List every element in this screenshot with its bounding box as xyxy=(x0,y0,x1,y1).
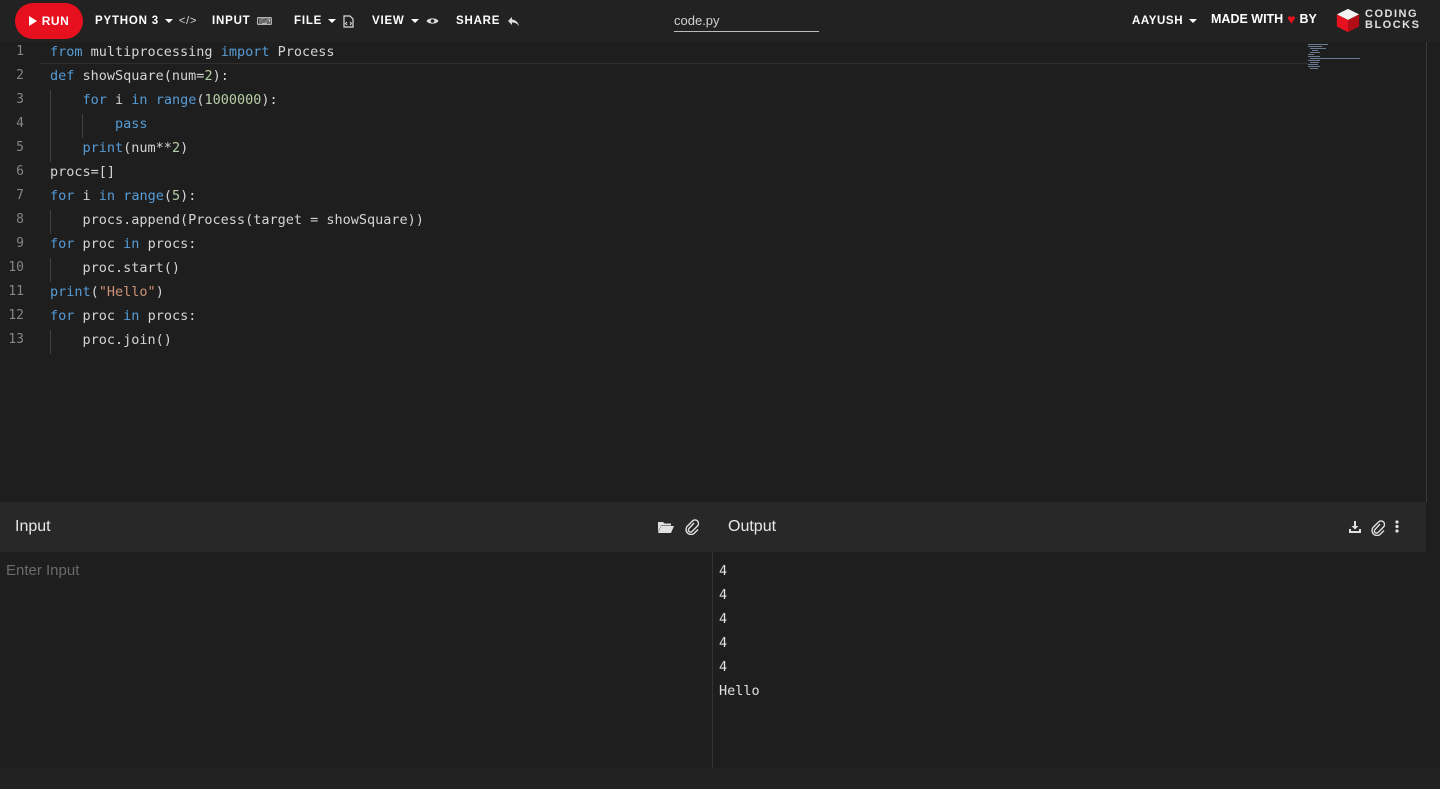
folder-open-icon[interactable] xyxy=(657,520,675,534)
output-line: 4 xyxy=(719,611,728,627)
share-menu[interactable]: SHARE xyxy=(456,0,520,42)
view-menu[interactable]: VIEW xyxy=(372,0,439,42)
paperclip-icon[interactable] xyxy=(1371,520,1385,536)
play-icon xyxy=(28,16,37,26)
code-line: proc.start() xyxy=(50,260,181,276)
user-name: AAYUSH xyxy=(1132,15,1184,27)
line-number: 8 xyxy=(16,212,24,227)
input-panel-title: Input xyxy=(15,518,51,535)
line-number: 9 xyxy=(16,236,24,251)
made-with-credit: MADE WITH ♥ BY xyxy=(1211,0,1317,38)
line-number: 3 xyxy=(16,92,24,107)
line-number: 5 xyxy=(16,140,24,155)
line-number-gutter: 1 2 3 4 5 6 7 8 9 10 11 12 13 xyxy=(0,42,40,502)
made-with-label: MADE WITH xyxy=(1211,12,1284,26)
line-number: 13 xyxy=(8,332,24,347)
code-line: proc.join() xyxy=(50,332,172,348)
paperclip-icon[interactable] xyxy=(685,519,699,535)
minimap-line xyxy=(1308,64,1318,65)
line-number: 4 xyxy=(16,116,24,131)
share-menu-label: SHARE xyxy=(456,15,501,27)
filename-input[interactable] xyxy=(674,10,819,32)
run-label: RUN xyxy=(41,14,70,28)
code-line: pass xyxy=(115,116,148,132)
minimap-line xyxy=(1308,66,1320,67)
code-line: for proc in procs: xyxy=(50,236,197,252)
more-vertical-icon[interactable] xyxy=(1395,520,1399,533)
keyboard-icon: ⌨ xyxy=(256,15,274,28)
minimap-line xyxy=(1310,52,1320,53)
view-menu-label: VIEW xyxy=(372,15,405,27)
line-number: 11 xyxy=(8,284,24,299)
code-line: for i in range(5): xyxy=(50,188,197,204)
output-line: 4 xyxy=(719,635,728,651)
code-line: from multiprocessing import Process xyxy=(50,44,335,60)
minimap-line xyxy=(1310,62,1319,63)
by-label: BY xyxy=(1299,12,1317,26)
input-panel-header: Input xyxy=(0,502,712,552)
chevron-down-icon xyxy=(164,19,173,23)
line-number: 2 xyxy=(16,68,24,83)
code-line: procs.append(Process(target = showSquare… xyxy=(50,212,424,228)
output-console: 4 4 4 4 4 Hello xyxy=(712,552,1426,768)
output-line: Hello xyxy=(719,683,760,699)
editor-scrollbar[interactable] xyxy=(1426,42,1427,502)
file-menu-label: FILE xyxy=(294,15,323,27)
chevron-down-icon xyxy=(1189,19,1198,23)
output-panel-title: Output xyxy=(728,518,777,535)
chevron-down-icon xyxy=(410,19,419,23)
heart-icon: ♥ xyxy=(1287,11,1296,27)
stdin-input[interactable] xyxy=(0,552,712,768)
code-minimap[interactable] xyxy=(1306,44,1366,74)
code-icon: </> xyxy=(178,15,198,27)
file-menu[interactable]: FILE xyxy=(294,0,354,42)
minimap-line xyxy=(1312,50,1318,51)
minimap-line xyxy=(1308,56,1320,57)
code-line: def showSquare(num=2): xyxy=(50,68,229,84)
line-number: 7 xyxy=(16,188,24,203)
code-editor[interactable]: 1 2 3 4 5 6 7 8 9 10 11 12 13 from multi… xyxy=(0,42,1426,502)
output-line: 4 xyxy=(719,659,728,675)
cube-logo-icon xyxy=(1336,8,1360,33)
minimap-line xyxy=(1308,60,1320,61)
input-menu-label: INPUT xyxy=(212,15,251,27)
top-navbar: RUN PYTHON 3 </> INPUT ⌨ FILE VIEW SHARE… xyxy=(0,0,1440,42)
output-line: 4 xyxy=(719,587,728,603)
file-code-icon xyxy=(343,14,354,28)
code-line: procs=[] xyxy=(50,164,116,180)
brand-line-2: BLOCKS xyxy=(1365,19,1421,31)
code-line: print("Hello") xyxy=(50,284,164,300)
code-line: for proc in procs: xyxy=(50,308,197,324)
user-menu[interactable]: AAYUSH xyxy=(1132,0,1198,42)
line-number: 6 xyxy=(16,164,24,179)
output-panel-header: Output xyxy=(712,502,1426,552)
line-number: 12 xyxy=(8,308,24,323)
minimap-line xyxy=(1308,46,1322,47)
minimap-line xyxy=(1310,58,1360,59)
minimap-line xyxy=(1308,44,1328,45)
minimap-line xyxy=(1310,48,1326,49)
line-number: 10 xyxy=(8,260,24,275)
download-icon[interactable] xyxy=(1349,521,1361,533)
coding-blocks-logo[interactable]: CODING BLOCKS xyxy=(1335,5,1425,35)
input-menu[interactable]: INPUT ⌨ xyxy=(212,0,273,42)
code-line: print(num**2) xyxy=(82,140,189,156)
run-button[interactable]: RUN xyxy=(15,3,83,39)
language-label: PYTHON 3 xyxy=(95,15,159,27)
eye-icon xyxy=(426,18,439,24)
reply-icon xyxy=(508,16,520,26)
minimap-line xyxy=(1308,54,1314,55)
language-menu[interactable]: PYTHON 3 </> xyxy=(95,0,197,42)
line-number: 1 xyxy=(16,44,24,59)
chevron-down-icon xyxy=(328,19,337,23)
minimap-line xyxy=(1310,68,1318,69)
bottom-strip xyxy=(0,768,1440,789)
brand-text: CODING BLOCKS xyxy=(1365,9,1420,31)
code-line: for i in range(1000000): xyxy=(82,92,278,108)
output-line: 4 xyxy=(719,563,728,579)
